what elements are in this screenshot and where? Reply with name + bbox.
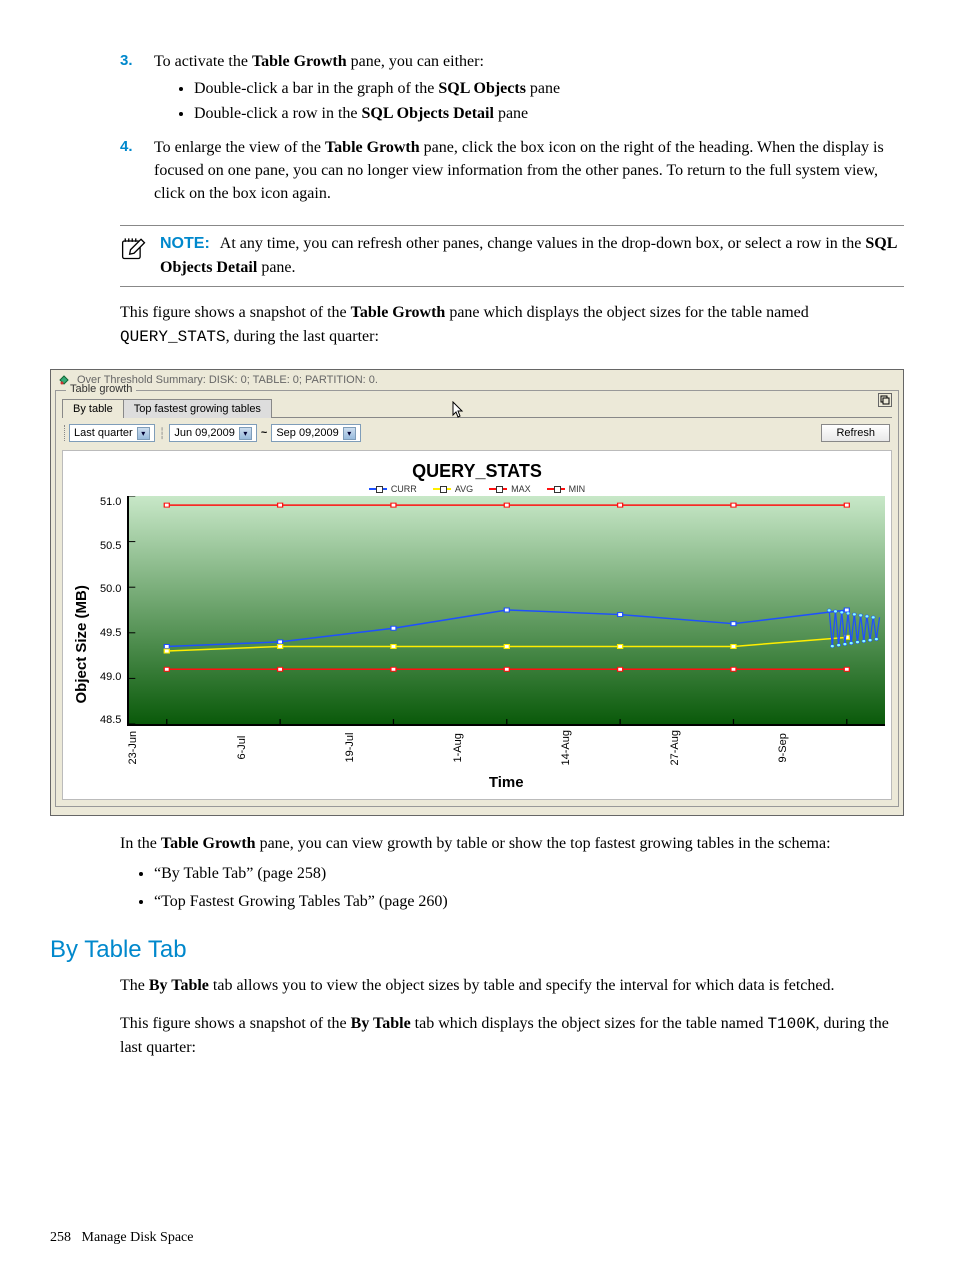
chart-legend: CURRAVGMAXMIN [69,484,885,494]
table-growth-screenshot: Over Threshold Summary: DISK: 0; TABLE: … [50,369,904,815]
step-3-bullet-2: Double-click a row in the SQL Objects De… [194,102,904,125]
window-titlebar: Over Threshold Summary: DISK: 0; TABLE: … [55,372,899,388]
tab-top-fastest[interactable]: Top fastest growing tables [123,399,272,418]
chart-plot-area [127,496,885,726]
to-date-dropdown[interactable]: Sep 09,2009 ▾ [271,424,360,442]
chart-title: QUERY_STATS [69,455,885,484]
step-4: 4. To enlarge the view of the Table Grow… [120,136,904,210]
note-block: NOTE:At any time, you can refresh other … [120,225,904,287]
tab-by-table[interactable]: By table [62,399,124,418]
page-footer: 258 Manage Disk Space [50,1230,904,1246]
note-pencil-icon [120,232,160,280]
chart-container: QUERY_STATS CURRAVGMAXMIN Object Size (M… [62,450,892,799]
period-dropdown[interactable]: Last quarter ▾ [69,424,155,442]
chevron-down-icon: ▾ [239,427,252,440]
x-axis-ticks: 23-Jun6-Jul19-Jul1-Aug14-Aug27-Aug9-Sep [127,730,885,765]
chart-toolbar: Last quarter ▾ ┆ Jun 09,2009 ▾ ~ Sep 09,… [62,420,892,446]
chevron-down-icon: ▾ [343,427,356,440]
step-3-bullet-1: Double-click a bar in the graph of the S… [194,77,904,100]
step-4-text: To enlarge the view of the Table Growth … [154,136,904,206]
footer-section: Manage Disk Space [82,1230,194,1245]
figure-intro-1: This figure shows a snapshot of the Tabl… [120,301,904,349]
link-top-fastest-tab[interactable]: “Top Fastest Growing Tables Tab” (page 2… [154,890,904,914]
fieldset-legend: Table growth [66,383,136,395]
from-date-dropdown[interactable]: Jun 09,2009 ▾ [169,424,257,442]
refresh-button[interactable]: Refresh [821,424,890,442]
step-3: 3. To activate the Table Growth pane, yo… [120,50,904,130]
growth-options-para: In the Table Growth pane, you can view g… [120,832,904,856]
figure-intro-2: This figure shows a snapshot of the By T… [120,1012,904,1060]
y-axis-label: Object Size (MB) [69,496,94,792]
step-3-number: 3. [120,50,154,130]
link-by-table-tab[interactable]: “By Table Tab” (page 258) [154,862,904,886]
chevron-down-icon: ▾ [137,427,150,440]
step-4-number: 4. [120,136,154,210]
step-3-text: To activate the Table Growth pane, you c… [154,50,904,73]
x-axis-label: Time [127,766,885,793]
heading-by-table-tab: By Table Tab [50,936,904,964]
y-axis-ticks: 51.050.550.049.549.048.5 [94,496,127,726]
page-number: 258 [50,1230,71,1245]
table-growth-fieldset: Table growth By table Top fastest growin… [55,390,899,806]
by-table-desc: The By Table tab allows you to view the … [120,974,904,998]
cursor-icon [452,401,466,422]
note-text: NOTE:At any time, you can refresh other … [160,232,904,280]
